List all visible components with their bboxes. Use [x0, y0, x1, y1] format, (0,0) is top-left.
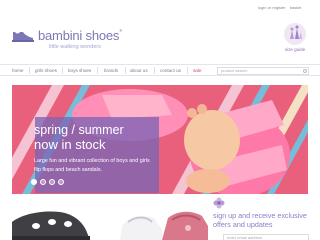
nav-boys-shoes[interactable]: boys shoes [68, 68, 91, 73]
slide-dot-2[interactable] [40, 179, 46, 185]
product-search-input[interactable]: product search [217, 66, 309, 75]
search-placeholder: product search [221, 67, 248, 73]
basket-link[interactable]: basket [290, 5, 302, 10]
slide-dot-4[interactable] [58, 179, 64, 185]
nav-home[interactable]: home [12, 68, 24, 73]
search-icon[interactable] [303, 68, 307, 73]
hero-title: spring / summer [34, 123, 124, 137]
logo-text: bambini shoes® [38, 28, 122, 43]
nav-contact-us[interactable]: contact us [160, 68, 181, 73]
nav-divider [29, 67, 30, 74]
hero-subtitle: now in stock [34, 137, 106, 152]
email-field[interactable]: enter email address [223, 234, 309, 240]
main-nav: home girls shoes boys shoes brands about… [0, 64, 320, 76]
email-placeholder: enter email address [227, 235, 263, 240]
nav-girls-shoes[interactable]: girls shoes [35, 68, 57, 73]
nav-divider [97, 67, 98, 74]
size-guide-label: size guide [284, 47, 306, 52]
nav-divider [154, 67, 155, 74]
top-links: login or register basket [258, 5, 305, 10]
tagline: little walking wonders [49, 44, 101, 50]
size-guide-button[interactable]: size guide [281, 23, 309, 59]
signup-text: sign up and receive exclusive offers and… [213, 211, 307, 229]
login-register-link[interactable]: login or register [258, 5, 286, 10]
nav-sale[interactable]: sale [193, 68, 201, 73]
slide-dot-3[interactable] [49, 179, 55, 185]
logo[interactable]: bambini shoes® little walking wonders [12, 23, 132, 61]
hero-banner[interactable]: spring / summer now in stock Large fun a… [12, 85, 308, 194]
nav-divider [62, 67, 63, 74]
nav-about-us[interactable]: about us [130, 68, 148, 73]
nav-divider [187, 67, 188, 74]
slide-dot-1[interactable] [31, 179, 37, 185]
featured-shoes-image[interactable] [12, 196, 208, 240]
nav-brands[interactable]: brands [104, 68, 118, 73]
shoe-logo-icon [12, 32, 34, 42]
shoes-photo [12, 196, 208, 240]
flower-icon [213, 197, 225, 209]
hero-description: Large fun and vibrant collection of boys… [34, 158, 150, 173]
nav-divider [125, 67, 126, 74]
size-guide-icon [284, 23, 306, 45]
